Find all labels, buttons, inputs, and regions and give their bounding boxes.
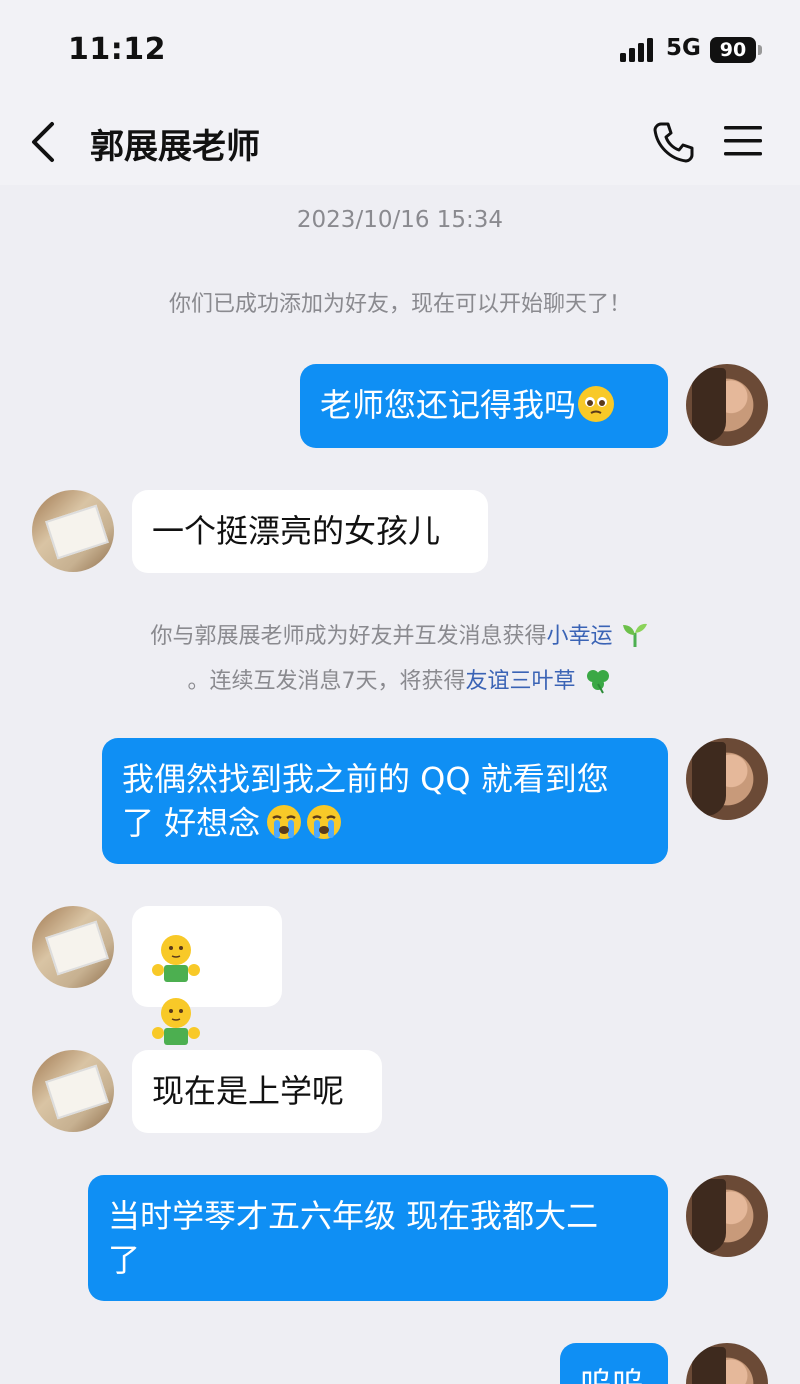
shamrock-emoji (586, 670, 609, 694)
hug-emoji (152, 998, 200, 1045)
message-text: 一个挺漂亮的女孩儿 (152, 512, 441, 550)
chat-title: 郭展展老师 (90, 127, 260, 167)
my-avatar[interactable] (686, 364, 768, 446)
message-bubble-incoming[interactable] (132, 906, 282, 1045)
menu-icon[interactable] (724, 124, 762, 158)
teacher-avatar[interactable] (32, 906, 114, 988)
crying-face-emoji (307, 805, 342, 839)
sprout-emoji (622, 623, 647, 647)
friendship-clover-link[interactable]: 友谊三叶草 (465, 669, 575, 694)
battery-level: 90 (710, 37, 756, 63)
message-bubble-incoming[interactable]: 一个挺漂亮的女孩儿 (132, 490, 488, 573)
network-type: 5G (666, 35, 701, 61)
status-bar: 11:12 5G 90 (0, 0, 800, 95)
my-avatar[interactable] (686, 738, 768, 820)
system-luck-line-2: 。连续互发消息7天，将获得友谊三叶草 (0, 659, 800, 704)
message-bubble-outgoing[interactable]: 我偶然找到我之前的 QQ 就看到您 了 好想念 (102, 738, 668, 864)
my-avatar[interactable] (686, 1175, 768, 1257)
message-text: 呜呜 (580, 1365, 645, 1384)
message-text-line-1: 我偶然找到我之前的 QQ 就看到您 (122, 760, 609, 798)
message-text: 现在是上学呢 (152, 1072, 345, 1110)
back-icon[interactable] (28, 120, 62, 164)
system-luck-line-1: 你与郭展展老师成为好友并互发消息获得小幸运 (0, 614, 800, 659)
pleading-face-emoji (578, 386, 615, 422)
battery-tip (758, 45, 762, 55)
signal-icon (620, 38, 653, 62)
message-text: 老师您还记得我吗 (320, 386, 577, 424)
status-time: 11:12 (68, 32, 166, 67)
system-message-luck: 你与郭展展老师成为好友并互发消息获得小幸运 。连续互发消息7天，将获得友谊三叶草 (0, 614, 800, 704)
crying-face-emoji (267, 805, 302, 839)
chat-header: 郭展展老师 (0, 95, 800, 185)
message-text-line-1: 当时学琴才五六年级 现在我都大二 (108, 1197, 599, 1235)
message-bubble-incoming[interactable]: 现在是上学呢 (132, 1050, 382, 1133)
chat-timestamp: 2023/10/16 15:34 (296, 207, 504, 233)
lucky-link[interactable]: 小幸运 (547, 624, 613, 649)
message-text-line-2: 了 (108, 1241, 141, 1279)
my-avatar[interactable] (686, 1343, 768, 1384)
message-bubble-outgoing[interactable]: 老师您还记得我吗 (300, 364, 668, 448)
hug-emoji (152, 935, 200, 982)
message-text-line-2: 了 好想念 (122, 801, 648, 845)
phone-icon[interactable] (652, 120, 696, 164)
message-bubble-outgoing[interactable]: 当时学琴才五六年级 现在我都大二 了 (88, 1175, 668, 1301)
system-message-friend-added: 你们已成功添加为好友，现在可以开始聊天了！ (168, 292, 631, 317)
teacher-avatar[interactable] (32, 490, 114, 572)
teacher-avatar[interactable] (32, 1050, 114, 1132)
message-bubble-outgoing[interactable]: 呜呜 (560, 1343, 668, 1384)
